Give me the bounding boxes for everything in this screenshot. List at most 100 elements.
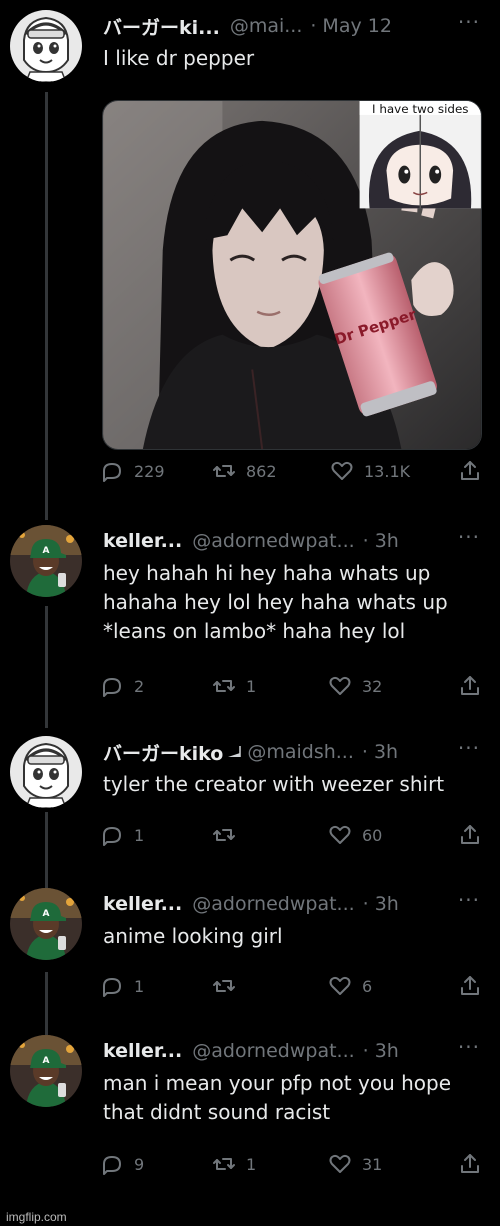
like-button[interactable]: 13.1K (330, 456, 410, 486)
retweet-count: 862 (246, 461, 277, 481)
like-button[interactable]: 32 (328, 671, 382, 701)
tweet-header: keller... @adornedwpat... · 3h (103, 525, 490, 557)
heart-icon (329, 676, 351, 695)
like-button[interactable]: 60 (328, 820, 382, 850)
display-name[interactable]: keller... (103, 530, 182, 552)
like-count: 32 (362, 676, 383, 696)
like-count: 13.1K (364, 461, 411, 481)
more-icon[interactable]: ··· (458, 888, 480, 912)
reply-icon (103, 978, 121, 997)
svg-text:A: A (43, 909, 50, 919)
retweet-icon (213, 680, 235, 692)
avatar[interactable] (10, 10, 82, 82)
display-name[interactable]: バーガーkiko (103, 739, 223, 766)
heart-icon (329, 825, 351, 844)
tweet-text-line: hey hahah hi hey haha whats up (103, 561, 431, 585)
tweet[interactable]: バーガーkiko @maidsh... · 3h ··· tyler the c… (0, 736, 500, 866)
retweet-button[interactable] (212, 820, 246, 850)
share-icon (461, 1154, 479, 1173)
tweet[interactable]: バーガーki... @mai... · May 12 ··· I like dr… (0, 10, 500, 510)
timestamp[interactable]: 3h (375, 530, 399, 552)
retweet-button[interactable]: 1 (212, 671, 256, 701)
retweet-icon (213, 829, 235, 841)
action-bar: 1 6 (100, 971, 482, 1001)
tweet-text: man i mean your pfp not you hope that di… (103, 1069, 480, 1127)
separator-dot: · (362, 1040, 369, 1062)
share-button[interactable] (458, 971, 482, 1001)
reply-button[interactable]: 1 (100, 971, 144, 1001)
share-button[interactable] (458, 456, 482, 486)
like-count: 60 (362, 825, 383, 845)
tweet[interactable]: A keller... @adornedwpat... · 3h ··· man… (0, 1035, 500, 1195)
action-bar: 229 862 13.1K (100, 456, 482, 486)
more-icon[interactable]: ··· (458, 1035, 480, 1059)
tweet-text: anime looking girl (103, 922, 480, 951)
reply-count: 1 (134, 825, 145, 845)
retweet-button[interactable] (212, 971, 246, 1001)
reply-button[interactable]: 229 (100, 456, 165, 486)
heart-icon (329, 1154, 351, 1173)
separator-dot: · (310, 15, 317, 37)
more-icon[interactable]: ··· (458, 736, 480, 760)
tweet-text-line: tyler the creator with weezer shirt (103, 772, 445, 796)
avatar[interactable]: A (10, 1035, 82, 1107)
display-name[interactable]: バーガーki... (103, 13, 220, 40)
retweet-icon (213, 980, 235, 992)
timestamp[interactable]: May 12 (322, 15, 392, 37)
more-icon[interactable]: ··· (458, 10, 480, 34)
tweet-text: hey hahah hi hey haha whats up hahaha he… (103, 559, 480, 646)
more-icon[interactable]: ··· (458, 525, 480, 549)
svg-text:A: A (43, 546, 50, 556)
media-caption: I have two sides (372, 102, 469, 116)
tweet-text-line: anime looking girl (103, 924, 283, 948)
reply-count: 229 (134, 461, 165, 481)
avatar[interactable]: A (10, 888, 82, 960)
reply-icon (103, 463, 121, 482)
action-bar: 1 60 (100, 820, 482, 850)
display-name[interactable]: keller... (103, 893, 182, 915)
tweet-header: keller... @adornedwpat... · 3h (103, 1035, 490, 1067)
tweet[interactable]: A keller... @adornedwpat... · 3h ··· ani… (0, 888, 500, 1008)
tweet-text-line: *leans on lambo* haha hey lol (103, 619, 406, 643)
avatar[interactable] (10, 736, 82, 808)
tweet-text-line: man i mean your pfp not you hope (103, 1071, 452, 1095)
separator-dot: · (362, 893, 369, 915)
hanger-icon (228, 746, 242, 757)
reply-button[interactable]: 9 (100, 1149, 144, 1179)
heart-icon (331, 461, 353, 480)
timestamp[interactable]: 3h (375, 893, 399, 915)
share-button[interactable] (458, 820, 482, 850)
like-button[interactable]: 6 (328, 971, 372, 1001)
user-handle[interactable]: @adornedwpat... (192, 893, 354, 915)
retweet-button[interactable]: 1 (212, 1149, 256, 1179)
reply-button[interactable]: 1 (100, 820, 144, 850)
tweet-text: tyler the creator with weezer shirt (103, 770, 480, 799)
tweet[interactable]: A keller... @adornedwpat... · 3h ··· hey… (0, 525, 500, 715)
timestamp[interactable]: 3h (375, 1040, 399, 1062)
user-handle[interactable]: @adornedwpat... (192, 530, 354, 552)
share-button[interactable] (458, 1149, 482, 1179)
share-icon (461, 825, 479, 844)
reply-icon (103, 1156, 121, 1175)
user-handle[interactable]: @mai... (230, 15, 303, 37)
tweet-text-line: I like dr pepper (103, 46, 255, 70)
share-icon (461, 461, 479, 480)
retweet-count: 1 (246, 676, 257, 696)
action-bar: 9 1 31 (100, 1149, 482, 1179)
like-count: 6 (362, 976, 373, 996)
tweet-media[interactable]: Dr Pepper I have two sides (102, 100, 482, 450)
share-button[interactable] (458, 671, 482, 701)
user-handle[interactable]: @maidsh... (247, 741, 354, 763)
watermark: imgflip.com (6, 1210, 67, 1224)
user-handle[interactable]: @adornedwpat... (192, 1040, 354, 1062)
like-button[interactable]: 31 (328, 1149, 382, 1179)
reply-icon (103, 678, 121, 697)
reply-button[interactable]: 2 (100, 671, 144, 701)
tweet-header: keller... @adornedwpat... · 3h (103, 888, 490, 920)
avatar[interactable]: A (10, 525, 82, 597)
display-name[interactable]: keller... (103, 1040, 182, 1062)
retweet-button[interactable]: 862 (212, 456, 277, 486)
reply-count: 2 (134, 676, 145, 696)
timestamp[interactable]: 3h (374, 741, 398, 763)
share-icon (461, 676, 479, 695)
